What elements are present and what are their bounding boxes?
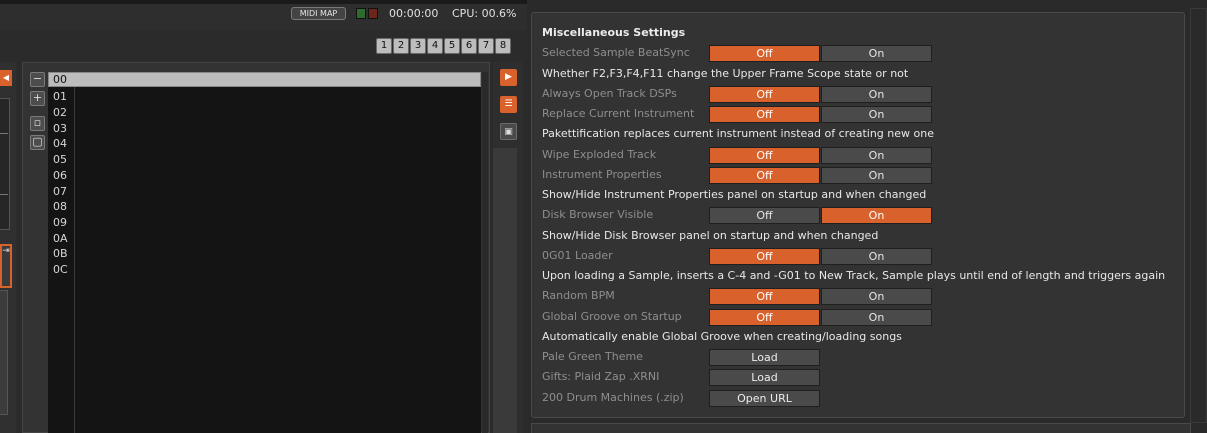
- g01-loader-label: 0G01 Loader: [542, 249, 613, 262]
- settings-scroll-gutter[interactable]: [1190, 8, 1207, 423]
- random-bpm-off-button[interactable]: Off: [709, 288, 820, 305]
- random-bpm-toggle: Off On: [709, 288, 932, 305]
- disk-browser-on-button[interactable]: On: [821, 207, 932, 224]
- playback-clock: 00:00:00: [389, 7, 439, 20]
- beatsync-label: Selected Sample BeatSync: [542, 46, 690, 59]
- frame-scope-description: Whether F2,F3,F4,F11 change the Upper Fr…: [542, 67, 909, 80]
- midi-map-button[interactable]: MIDI MAP: [291, 7, 346, 20]
- plaid-zap-load-button[interactable]: Load: [709, 369, 820, 386]
- disk-browser-toggle: Off On: [709, 207, 932, 224]
- replace-instrument-label: Replace Current Instrument: [542, 107, 695, 120]
- sequence-row[interactable]: 03: [53, 122, 67, 135]
- track-button-3[interactable]: 3: [410, 38, 426, 54]
- replace-instrument-toggle: Off On: [709, 106, 932, 123]
- pakettification-description: Pakettification replaces current instrum…: [542, 127, 934, 140]
- left-lower-slider[interactable]: [0, 290, 8, 415]
- g01-loader-off-button[interactable]: Off: [709, 248, 820, 265]
- scope-tick: [0, 194, 8, 195]
- sequence-row[interactable]: 06: [53, 169, 67, 182]
- g01-loader-description: Upon loading a Sample, inserts a C-4 and…: [542, 269, 1166, 282]
- sequence-row[interactable]: 09: [53, 216, 67, 229]
- instrument-properties-toggle: Off On: [709, 167, 932, 184]
- sequence-row[interactable]: 0C: [53, 263, 68, 276]
- g01-loader-toggle: Off On: [709, 248, 932, 265]
- random-bpm-label: Random BPM: [542, 289, 615, 302]
- wipe-exploded-off-button[interactable]: Off: [709, 147, 820, 164]
- track-dsps-toggle: Off On: [709, 86, 932, 103]
- drum-machines-open-url-button[interactable]: Open URL: [709, 390, 820, 407]
- instrument-properties-off-button[interactable]: Off: [709, 167, 820, 184]
- track-button-1[interactable]: 1: [376, 38, 392, 54]
- instrument-properties-label: Instrument Properties: [542, 168, 662, 181]
- track-button-8[interactable]: 8: [495, 38, 511, 54]
- disk-browser-label: Disk Browser Visible: [542, 208, 654, 221]
- instrument-properties-description: Show/Hide Instrument Properties panel on…: [542, 188, 927, 201]
- unique-pattern-button[interactable]: ▢: [30, 135, 45, 150]
- sequence-list[interactable]: [48, 72, 481, 433]
- track-button-7[interactable]: 7: [478, 38, 494, 54]
- track-dsps-on-button[interactable]: On: [821, 86, 932, 103]
- global-groove-toggle: Off On: [709, 309, 932, 326]
- selected-sequence-row[interactable]: [48, 72, 481, 87]
- beatsync-on-button[interactable]: On: [821, 45, 932, 62]
- plaid-zap-label: Gifts: Plaid Zap .XRNI: [542, 370, 660, 383]
- list-view-icon[interactable]: ☰: [500, 96, 517, 113]
- replace-instrument-off-button[interactable]: Off: [709, 106, 820, 123]
- top-bar: [0, 0, 527, 30]
- remove-sequence-button[interactable]: −: [30, 72, 45, 87]
- track-button-5[interactable]: 5: [444, 38, 460, 54]
- wipe-exploded-on-button[interactable]: On: [821, 147, 932, 164]
- sequence-row[interactable]: 05: [53, 153, 67, 166]
- track-button-2[interactable]: 2: [393, 38, 409, 54]
- disk-browser-off-button[interactable]: Off: [709, 207, 820, 224]
- midi-out-led: [368, 8, 378, 19]
- sequence-row[interactable]: 0B: [53, 247, 68, 260]
- sequence-row[interactable]: 01: [53, 90, 67, 103]
- track-dsps-label: Always Open Track DSPs: [542, 87, 677, 100]
- scope-tick: [0, 133, 8, 134]
- settings-title: Miscellaneous Settings: [542, 26, 686, 39]
- left-scope-box: [0, 98, 10, 230]
- global-groove-off-button[interactable]: Off: [709, 309, 820, 326]
- drum-machines-label: 200 Drum Machines (.zip): [542, 391, 684, 404]
- save-icon[interactable]: ▣: [500, 123, 517, 140]
- sequence-row[interactable]: 00: [53, 73, 67, 86]
- sequence-row[interactable]: 04: [53, 137, 67, 150]
- side-strip-lower: [493, 148, 517, 433]
- expand-arrow-icon[interactable]: ▶: [500, 69, 517, 86]
- sequence-row[interactable]: 08: [53, 200, 67, 213]
- top-bar-edge: [0, 0, 527, 4]
- g01-loader-on-button[interactable]: On: [821, 248, 932, 265]
- wipe-exploded-toggle: Off On: [709, 147, 932, 164]
- sequence-row[interactable]: 07: [53, 185, 67, 198]
- beatsync-toggle: Off On: [709, 45, 932, 62]
- cpu-usage: CPU: 00.6%: [452, 7, 517, 20]
- disk-browser-description: Show/Hide Disk Browser panel on startup …: [542, 229, 879, 242]
- global-groove-label: Global Groove on Startup: [542, 310, 682, 323]
- replace-instrument-on-button[interactable]: On: [821, 106, 932, 123]
- track-button-6[interactable]: 6: [461, 38, 477, 54]
- sequence-row[interactable]: 0A: [53, 232, 68, 245]
- midi-in-led: [356, 8, 366, 19]
- random-bpm-on-button[interactable]: On: [821, 288, 932, 305]
- edit-mode-icon[interactable]: ⇥: [0, 244, 12, 288]
- play-arrow-icon[interactable]: ◀: [0, 70, 12, 86]
- pale-green-theme-label: Pale Green Theme: [542, 350, 643, 363]
- add-sequence-button[interactable]: +: [30, 91, 45, 106]
- track-number-buttons: 1 2 3 4 5 6 7 8: [376, 38, 511, 54]
- settings-lower-panel: [531, 423, 1191, 433]
- track-button-4[interactable]: 4: [427, 38, 443, 54]
- pale-green-theme-load-button[interactable]: Load: [709, 349, 820, 366]
- sequence-row[interactable]: 02: [53, 106, 67, 119]
- instrument-properties-on-button[interactable]: On: [821, 167, 932, 184]
- global-groove-on-button[interactable]: On: [821, 309, 932, 326]
- sequence-divider: [74, 87, 75, 433]
- wipe-exploded-label: Wipe Exploded Track: [542, 148, 657, 161]
- beatsync-off-button[interactable]: Off: [709, 45, 820, 62]
- global-groove-description: Automatically enable Global Groove when …: [542, 330, 902, 343]
- clone-sequence-button[interactable]: ▫: [30, 116, 45, 131]
- track-dsps-off-button[interactable]: Off: [709, 86, 820, 103]
- sequence-scrollbar[interactable]: [482, 72, 488, 433]
